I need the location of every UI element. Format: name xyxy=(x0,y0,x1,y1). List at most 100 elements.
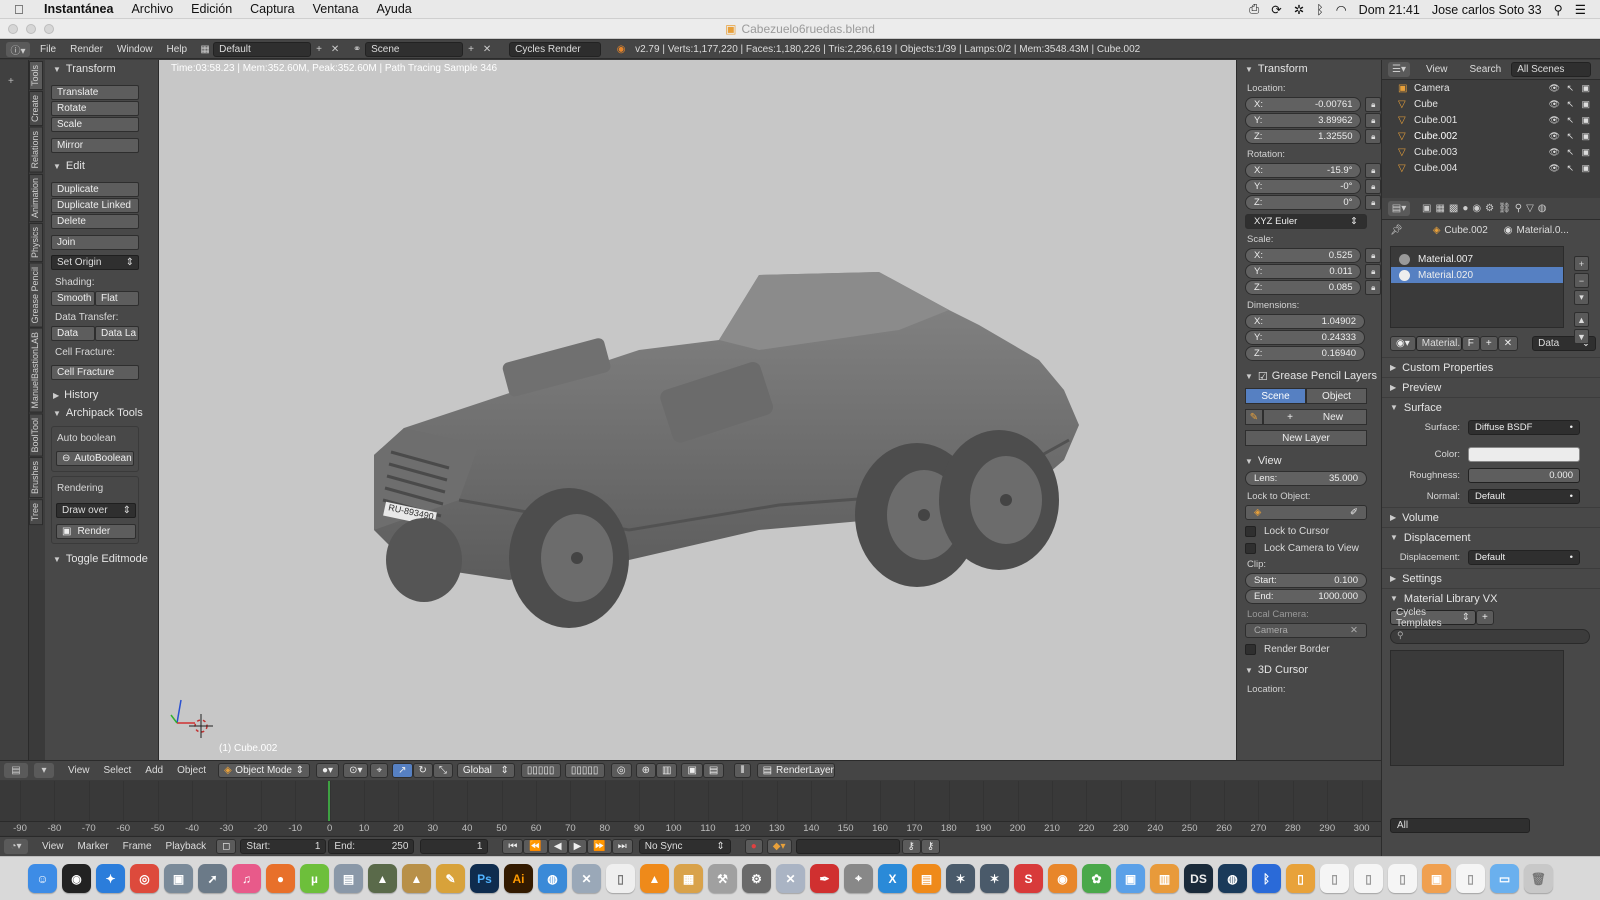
screenshot-app-icon[interactable]: ⌖ xyxy=(844,864,873,893)
blender-icon[interactable]: ◉ xyxy=(1048,864,1077,893)
system-preferences-icon[interactable]: ⚙ xyxy=(742,864,771,893)
daz-figure-icon[interactable]: ✶ xyxy=(946,864,975,893)
tab-tree[interactable]: Tree xyxy=(29,499,43,526)
editor-type-icon[interactable]: ▤ xyxy=(4,763,28,778)
rotation-mode-select[interactable]: XYZ Euler ⇕ xyxy=(1245,214,1367,229)
finder-window-icon[interactable]: ▣ xyxy=(1116,864,1145,893)
color-swatch[interactable] xyxy=(1468,447,1580,462)
pencil-icon[interactable]: ✎ xyxy=(1245,409,1263,425)
translate-manipulator[interactable]: ↗ xyxy=(392,763,413,778)
smooth-button[interactable]: Smooth xyxy=(51,291,95,306)
globe-app-icon[interactable]: ◍ xyxy=(538,864,567,893)
outliner-item-camera[interactable]: ▣ Camera 👁︎ ↖ ▣ xyxy=(1382,80,1600,96)
editor-menu-toggle-icon[interactable]: ▾ xyxy=(34,763,54,778)
wifi-icon[interactable]: ◠ xyxy=(1336,2,1347,17)
scene-icon[interactable]: ⚭ xyxy=(349,42,365,57)
menu-add[interactable]: Add xyxy=(145,765,163,776)
pivot-select[interactable]: ⊙▾ xyxy=(343,763,369,778)
cursor-icon[interactable]: ↖ xyxy=(1566,147,1574,158)
menu-view[interactable]: View xyxy=(68,765,90,776)
spotlight-icon[interactable]: ⚲ xyxy=(1554,2,1563,17)
outliner-item-cube-004[interactable]: ▽ Cube.004 👁︎ ↖ ▣ xyxy=(1382,160,1600,176)
timeline-menu-frame[interactable]: Frame xyxy=(123,841,152,852)
menu-ayuda[interactable]: Ayuda xyxy=(377,2,412,16)
location-x-field[interactable]: X: -0.00761 xyxy=(1245,97,1362,112)
plus-icon[interactable]: + xyxy=(0,60,28,87)
render-engine-select[interactable]: Cycles Render xyxy=(509,41,602,57)
render-icon[interactable]: ▣ xyxy=(681,763,703,778)
tab-tools[interactable]: Tools xyxy=(29,61,43,91)
orientation-select[interactable]: Global ⇕ xyxy=(456,763,515,778)
printer-icon[interactable]: ⎙ xyxy=(1249,2,1259,17)
render-icon[interactable]: ▣ xyxy=(1581,147,1590,158)
render-anim-icon[interactable]: ▤ xyxy=(702,763,725,778)
firefox-icon[interactable]: ● xyxy=(266,864,295,893)
rotation-x-field[interactable]: X: -15.9° xyxy=(1245,163,1362,178)
eye-icon[interactable]: 👁︎ xyxy=(1549,99,1560,110)
next-keyframe-button[interactable]: ⏩ xyxy=(587,839,612,854)
lock-to-cursor-checkbox[interactable]: Lock to Cursor xyxy=(1245,526,1381,537)
preview-icon[interactable]: ▣ xyxy=(164,864,193,893)
material-library-section[interactable]: ▼ Material Library VX xyxy=(1382,588,1600,608)
add-slot-button[interactable]: + xyxy=(1574,256,1589,271)
daz-studio-icon[interactable]: DS xyxy=(1184,864,1213,893)
finder-icon[interactable]: ☺ xyxy=(28,864,57,893)
add-layout-icon[interactable]: + xyxy=(311,42,327,57)
material-slot-007[interactable]: Material.007 xyxy=(1391,251,1563,267)
new-layer-button[interactable]: New Layer xyxy=(1245,430,1367,446)
current-frame-marker[interactable] xyxy=(328,781,330,821)
mirror-button[interactable]: Mirror xyxy=(51,138,139,153)
flat-button[interactable]: Flat xyxy=(95,291,139,306)
gp-new-button[interactable]: + New xyxy=(1263,409,1367,425)
data-layout-button[interactable]: Data La xyxy=(95,326,139,341)
render-icon[interactable]: ▣ xyxy=(1581,131,1590,142)
rotation-z-field[interactable]: Z: 0° xyxy=(1245,195,1362,210)
library-list[interactable] xyxy=(1390,650,1564,766)
illustrator-icon[interactable]: Ai xyxy=(504,864,533,893)
viewport-shading-select[interactable]: ●▾ xyxy=(316,763,340,778)
pen-app-icon[interactable]: ✒ xyxy=(810,864,839,893)
tank-app-icon[interactable]: ▲ xyxy=(368,864,397,893)
eye-icon[interactable]: 👁︎ xyxy=(1549,83,1560,94)
archipack-section[interactable]: ▼ Archipack Tools xyxy=(45,404,158,422)
insert-keyframe-button[interactable]: ⚷ xyxy=(901,839,921,854)
displacement-select[interactable]: Default • xyxy=(1468,550,1580,565)
keying-set-button[interactable]: ◆▾ xyxy=(766,839,792,854)
tab-animation[interactable]: Animation xyxy=(29,173,43,222)
remove-scene-icon[interactable]: ✕ xyxy=(479,42,495,57)
range-toggle[interactable]: ◻ xyxy=(216,839,237,854)
lock-icon[interactable]: 🔒︎ xyxy=(1365,179,1381,194)
tab-booltool[interactable]: BoolTool xyxy=(29,413,43,457)
render-icon[interactable]: ▣ xyxy=(1581,163,1590,174)
cursor-icon[interactable]: ↖ xyxy=(1566,99,1574,110)
3d-viewport[interactable]: Time:03:58.23 | Mem:352.60M, Peak:352.60… xyxy=(159,60,1236,760)
end-frame-field[interactable]: End: 250 xyxy=(328,839,415,854)
itunes-icon[interactable]: ♫ xyxy=(232,864,261,893)
menu-help[interactable]: Help xyxy=(167,44,188,55)
menu-captura[interactable]: Captura xyxy=(250,2,294,16)
play-button[interactable]: ▶ xyxy=(567,839,588,854)
layer-toggle-icon[interactable]: ⫴ xyxy=(734,763,751,778)
pyramid-app-icon[interactable]: ▲ xyxy=(402,864,431,893)
volume-section[interactable]: ▶ Volume xyxy=(1382,507,1600,527)
3d-cursor-section[interactable]: ▼ 3D Cursor xyxy=(1237,661,1381,679)
close-window-button[interactable] xyxy=(8,24,18,34)
gp-object-button[interactable]: Object xyxy=(1306,388,1367,404)
breadcrumb-object[interactable]: Cube.002 xyxy=(1444,225,1487,236)
outliner-item-cube-002[interactable]: ▽ Cube.002 👁︎ ↖ ▣ xyxy=(1382,128,1600,144)
x-app-icon[interactable]: ✕ xyxy=(776,864,805,893)
vlc-icon[interactable]: ▲ xyxy=(640,864,669,893)
add-scene-icon[interactable]: + xyxy=(463,42,479,57)
translate-button[interactable]: Translate xyxy=(51,85,139,100)
location-y-field[interactable]: Y: 3.89962 xyxy=(1245,113,1362,128)
preview-section[interactable]: ▶ Preview xyxy=(1382,377,1600,397)
minimize-window-button[interactable] xyxy=(26,24,36,34)
layout-field[interactable]: Default xyxy=(213,41,312,57)
rotate-manipulator[interactable]: ↻ xyxy=(412,763,433,778)
material-browse-button[interactable]: ◉▾ xyxy=(1390,336,1416,351)
notes-app-icon[interactable]: ✎ xyxy=(436,864,465,893)
menu-select[interactable]: Select xyxy=(104,765,132,776)
scene-field[interactable]: Scene xyxy=(365,41,464,57)
current-frame-field[interactable]: 1 xyxy=(420,839,489,854)
lock-icon[interactable]: 🔒︎ xyxy=(1365,113,1381,128)
